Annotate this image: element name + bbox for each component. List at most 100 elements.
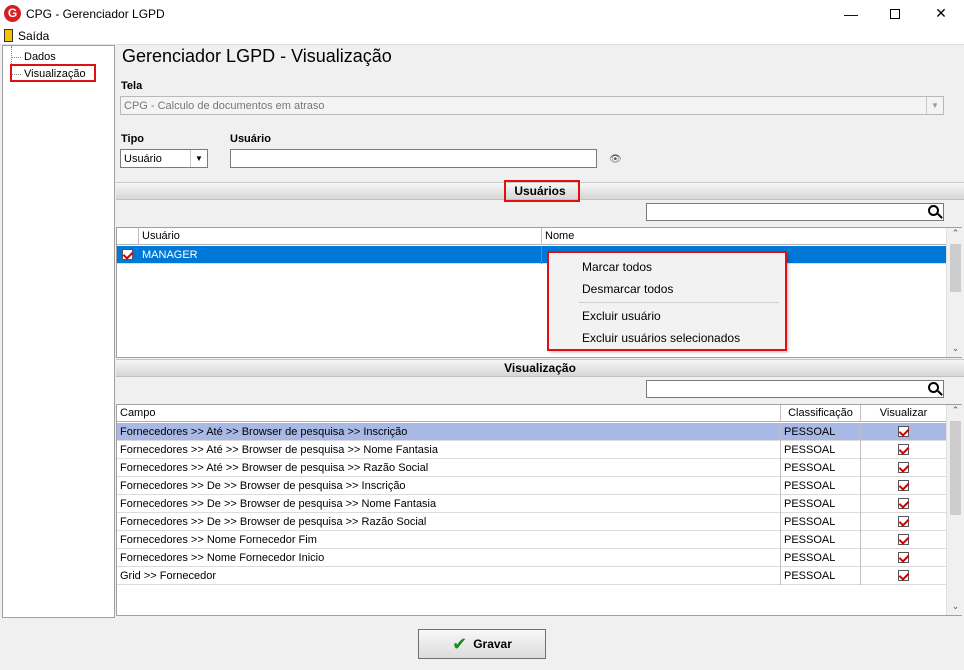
- cell-classificacao: PESSOAL: [781, 567, 861, 585]
- table-row[interactable]: MANAGER: [117, 246, 946, 264]
- scroll-thumb[interactable]: [950, 421, 961, 515]
- cell-classificacao: PESSOAL: [781, 513, 861, 531]
- cell-visualizar: [861, 459, 946, 477]
- header-visualizar[interactable]: Visualizar: [861, 405, 946, 422]
- cell-campo: Fornecedores >> Nome Fornecedor Inicio: [117, 549, 781, 567]
- grid-header: Usuário Nome: [117, 228, 946, 245]
- tipo-value: Usuário: [124, 153, 162, 165]
- cell-visualizar: [861, 531, 946, 549]
- table-row[interactable]: Fornecedores >> Até >> Browser de pesqui…: [117, 441, 946, 459]
- table-row[interactable]: Fornecedores >> Nome Fornecedor Fim PESSO…: [117, 531, 946, 549]
- table-row[interactable]: Grid >> Fornecedor PESSOAL: [117, 567, 946, 585]
- cell-classificacao: PESSOAL: [781, 441, 861, 459]
- cell-classificacao: PESSOAL: [781, 423, 861, 441]
- visualizacao-search-input[interactable]: [646, 380, 944, 398]
- cell-classificacao: PESSOAL: [781, 495, 861, 513]
- table-row[interactable]: Fornecedores >> De >> Browser de pesquis…: [117, 477, 946, 495]
- tipo-select[interactable]: Usuário ▼: [120, 149, 208, 168]
- visualizacao-section-bar: Visualização: [116, 359, 964, 377]
- tela-select[interactable]: CPG - Calculo de documentos em atraso ▼: [120, 96, 944, 115]
- tela-value: CPG - Calculo de documentos em atraso: [124, 100, 325, 112]
- header-nome[interactable]: Nome: [542, 228, 946, 245]
- cell-campo: Fornecedores >> De >> Browser de pesquis…: [117, 495, 781, 513]
- cell-usuario: MANAGER: [139, 246, 542, 264]
- search-icon[interactable]: [928, 205, 939, 216]
- table-row[interactable]: Fornecedores >> Até >> Browser de pesqui…: [117, 459, 946, 477]
- visualizar-checkbox[interactable]: [898, 534, 909, 545]
- cell-visualizar: [861, 477, 946, 495]
- binoculars-icon[interactable]: 👁: [609, 154, 622, 165]
- menu-exit[interactable]: Saída: [18, 29, 49, 43]
- table-row[interactable]: Fornecedores >> Até >> Browser de pesqui…: [117, 423, 946, 441]
- scroll-thumb[interactable]: [950, 244, 961, 292]
- scroll-up-icon[interactable]: ⌃: [947, 228, 964, 242]
- cell-visualizar: [861, 513, 946, 531]
- app-logo-icon: G: [4, 5, 21, 22]
- usuario-input[interactable]: [230, 149, 597, 168]
- usuarios-search-input[interactable]: [646, 203, 944, 221]
- visualizar-checkbox[interactable]: [898, 480, 909, 491]
- scroll-down-icon[interactable]: ⌄: [947, 343, 964, 357]
- visualizar-checkbox[interactable]: [898, 516, 909, 527]
- cell-campo: Fornecedores >> Até >> Browser de pesqui…: [117, 441, 781, 459]
- tipo-label: Tipo: [121, 133, 145, 145]
- exit-door-icon: [4, 29, 13, 42]
- header-check: [117, 228, 139, 245]
- cell-classificacao: PESSOAL: [781, 477, 861, 495]
- save-button-label: Gravar: [473, 637, 512, 651]
- navigation-tree: Dados Visualização: [2, 45, 115, 618]
- title-bar: G CPG - Gerenciador LGPD — ✕: [0, 0, 964, 27]
- tree-item-dados[interactable]: Dados: [24, 51, 56, 63]
- table-row[interactable]: Fornecedores >> Nome Fornecedor Inicio PE…: [117, 549, 946, 567]
- annotation-highlight: [547, 251, 787, 351]
- cell-classificacao: PESSOAL: [781, 531, 861, 549]
- table-row[interactable]: Fornecedores >> De >> Browser de pesquis…: [117, 495, 946, 513]
- annotation-highlight: [10, 64, 96, 82]
- tree-connector: [11, 57, 21, 58]
- visualizar-checkbox[interactable]: [898, 552, 909, 563]
- header-classificacao[interactable]: Classificação: [781, 405, 861, 422]
- vertical-scrollbar[interactable]: ⌃ ⌄: [946, 405, 963, 615]
- table-row[interactable]: Fornecedores >> De >> Browser de pesquis…: [117, 513, 946, 531]
- search-icon[interactable]: [928, 382, 939, 393]
- visualizacao-grid: Campo Classificação Visualizar Fornecedo…: [116, 404, 963, 616]
- cell-classificacao: PESSOAL: [781, 459, 861, 477]
- visualizar-checkbox[interactable]: [898, 498, 909, 509]
- scroll-down-icon[interactable]: ⌄: [947, 601, 964, 615]
- annotation-highlight: [504, 180, 580, 202]
- cell-visualizar: [861, 549, 946, 567]
- page-title: Gerenciador LGPD - Visualização: [122, 46, 392, 66]
- minimize-button[interactable]: —: [828, 0, 874, 27]
- tela-label: Tela: [121, 80, 143, 92]
- header-usuario[interactable]: Usuário: [139, 228, 542, 245]
- window-title: CPG - Gerenciador LGPD: [26, 7, 165, 21]
- dropdown-arrow-icon: ▼: [190, 150, 207, 167]
- row-checkbox[interactable]: [122, 249, 133, 260]
- visualizacao-section-title: Visualização: [504, 361, 576, 375]
- vertical-scrollbar[interactable]: ⌃ ⌄: [946, 228, 963, 357]
- close-button[interactable]: ✕: [918, 0, 964, 27]
- cell-campo: Fornecedores >> De >> Browser de pesquis…: [117, 513, 781, 531]
- checkmark-icon: ✔: [452, 633, 468, 654]
- cell-campo: Fornecedores >> Até >> Browser de pesqui…: [117, 459, 781, 477]
- dropdown-arrow-icon: ▼: [926, 97, 943, 114]
- maximize-button[interactable]: [872, 0, 918, 27]
- header-campo[interactable]: Campo: [117, 405, 781, 422]
- visualizar-checkbox[interactable]: [898, 570, 909, 581]
- cell-campo: Fornecedores >> Nome Fornecedor Fim: [117, 531, 781, 549]
- cell-visualizar: [861, 495, 946, 513]
- scroll-up-icon[interactable]: ⌃: [947, 405, 964, 419]
- save-button[interactable]: ✔ Gravar: [418, 629, 546, 659]
- cell-campo: Fornecedores >> Até >> Browser de pesqui…: [117, 423, 781, 441]
- grid-header: Campo Classificação Visualizar: [117, 405, 946, 422]
- cell-campo: Fornecedores >> De >> Browser de pesquis…: [117, 477, 781, 495]
- menu-bar: Saída: [0, 27, 964, 45]
- cell-visualizar: [861, 567, 946, 585]
- cell-visualizar: [861, 441, 946, 459]
- cell-campo: Grid >> Fornecedor: [117, 567, 781, 585]
- usuario-label: Usuário: [230, 133, 271, 145]
- visualizar-checkbox[interactable]: [898, 426, 909, 437]
- visualizar-checkbox[interactable]: [898, 444, 909, 455]
- visualizar-checkbox[interactable]: [898, 462, 909, 473]
- usuarios-grid: Usuário Nome MANAGER ⌃ ⌄: [116, 227, 963, 358]
